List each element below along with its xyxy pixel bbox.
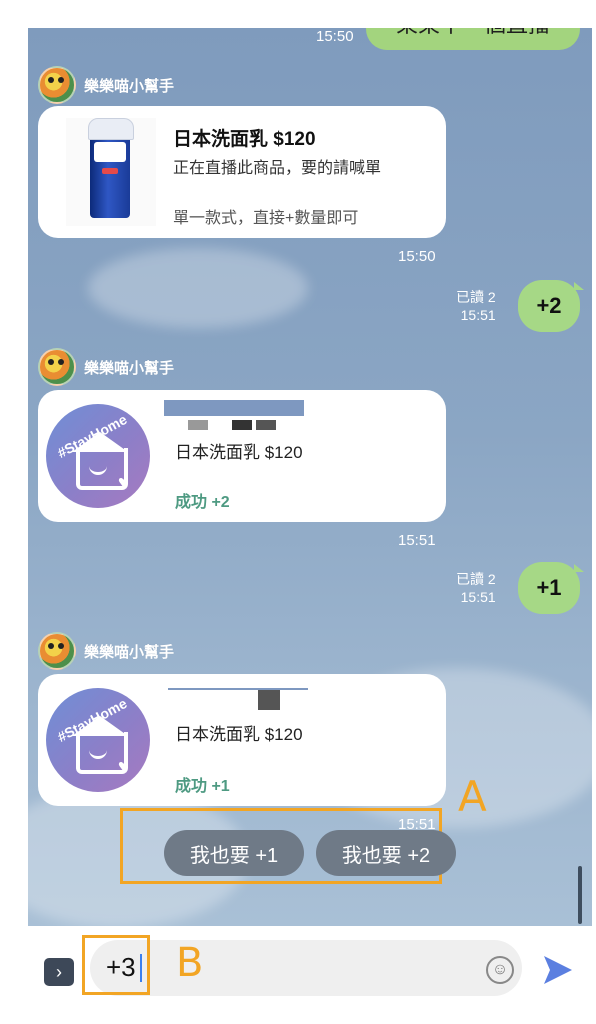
- redacted-bar: [164, 400, 304, 416]
- scrollbar[interactable]: [578, 866, 582, 924]
- sender-name: 樂樂喵小幫手: [84, 643, 175, 661]
- redacted-bar: [256, 420, 276, 430]
- background-cloud: [88, 248, 308, 328]
- quick-reply-button[interactable]: 我也要 +1: [164, 830, 304, 876]
- product-card[interactable]: 日本洗面乳 $120 正在直播此商品，要的請喊單 單一款式，直接+數量即可: [38, 106, 446, 238]
- quick-reply-button[interactable]: 我也要 +2: [316, 830, 456, 876]
- sender-row: 樂樂喵小幫手: [38, 348, 174, 386]
- avatar[interactable]: [38, 348, 76, 386]
- message-meta: 已讀 2 15:51: [456, 570, 496, 606]
- avatar[interactable]: [38, 632, 76, 670]
- stayhome-image: #StayHome ♥: [46, 688, 150, 792]
- sender-name: 樂樂喵小幫手: [84, 77, 175, 95]
- order-status: 成功 +1: [175, 778, 230, 795]
- chat-area[interactable]: 15:50 東東中一個直播 樂樂喵小幫手 日本洗面乳 $120 正在直播此商品，…: [28, 28, 592, 926]
- annotation-label-a: A: [458, 772, 487, 821]
- message-text: +1: [536, 575, 562, 600]
- product-title: 日本洗面乳 $120: [173, 129, 316, 150]
- redacted-bar: [258, 690, 280, 710]
- sender-name: 樂樂喵小幫手: [84, 359, 175, 377]
- stayhome-image: #StayHome ♥: [46, 404, 150, 508]
- order-status: 成功 +2: [175, 494, 230, 511]
- product-title: 日本洗面乳 $120: [175, 443, 303, 462]
- card-text: 正在直播此商品，要的請喊單: [173, 160, 382, 177]
- redacted-bar: [232, 420, 252, 430]
- annotation-box-b: [82, 935, 150, 995]
- order-card[interactable]: #StayHome ♥ 日本洗面乳 $120 成功 +2: [38, 390, 446, 522]
- product-title: 日本洗面乳 $120: [175, 725, 303, 744]
- quick-reply-label: 我也要 +1: [189, 844, 279, 867]
- card-text: 單一款式，直接+數量即可: [173, 210, 359, 227]
- message-time: 15:50: [316, 28, 354, 45]
- avatar[interactable]: [38, 66, 76, 104]
- outgoing-bubble[interactable]: 東東中一個直播: [366, 28, 580, 50]
- order-card[interactable]: #StayHome ♥ 日本洗面乳 $120 成功 +1: [38, 674, 446, 806]
- sender-row: 樂樂喵小幫手: [38, 66, 174, 104]
- message-meta: 已讀 2 15:51: [456, 288, 496, 324]
- outgoing-bubble[interactable]: +2: [518, 280, 584, 332]
- message-time: 15:51: [460, 307, 496, 323]
- read-receipt: 已讀 2: [456, 571, 496, 587]
- message-text: 東東中一個直播: [396, 28, 550, 37]
- message-time: 15:50: [398, 248, 436, 265]
- emoji-icon[interactable]: ☺: [486, 956, 514, 984]
- message-time: 15:51: [460, 589, 496, 605]
- redacted-bar: [168, 688, 308, 690]
- chevron-right-icon[interactable]: ›: [44, 958, 74, 986]
- sender-row: 樂樂喵小幫手: [38, 632, 174, 670]
- message-text: +2: [536, 293, 562, 318]
- read-receipt: 已讀 2: [456, 289, 496, 305]
- outgoing-bubble[interactable]: +1: [518, 562, 584, 614]
- annotation-label-b: B: [176, 940, 204, 986]
- message-time: 15:51: [398, 532, 436, 549]
- quick-reply-label: 我也要 +2: [341, 844, 431, 867]
- redacted-bar: [188, 420, 208, 430]
- product-image: [66, 118, 156, 226]
- message-input[interactable]: [90, 940, 522, 996]
- send-icon[interactable]: [540, 950, 576, 990]
